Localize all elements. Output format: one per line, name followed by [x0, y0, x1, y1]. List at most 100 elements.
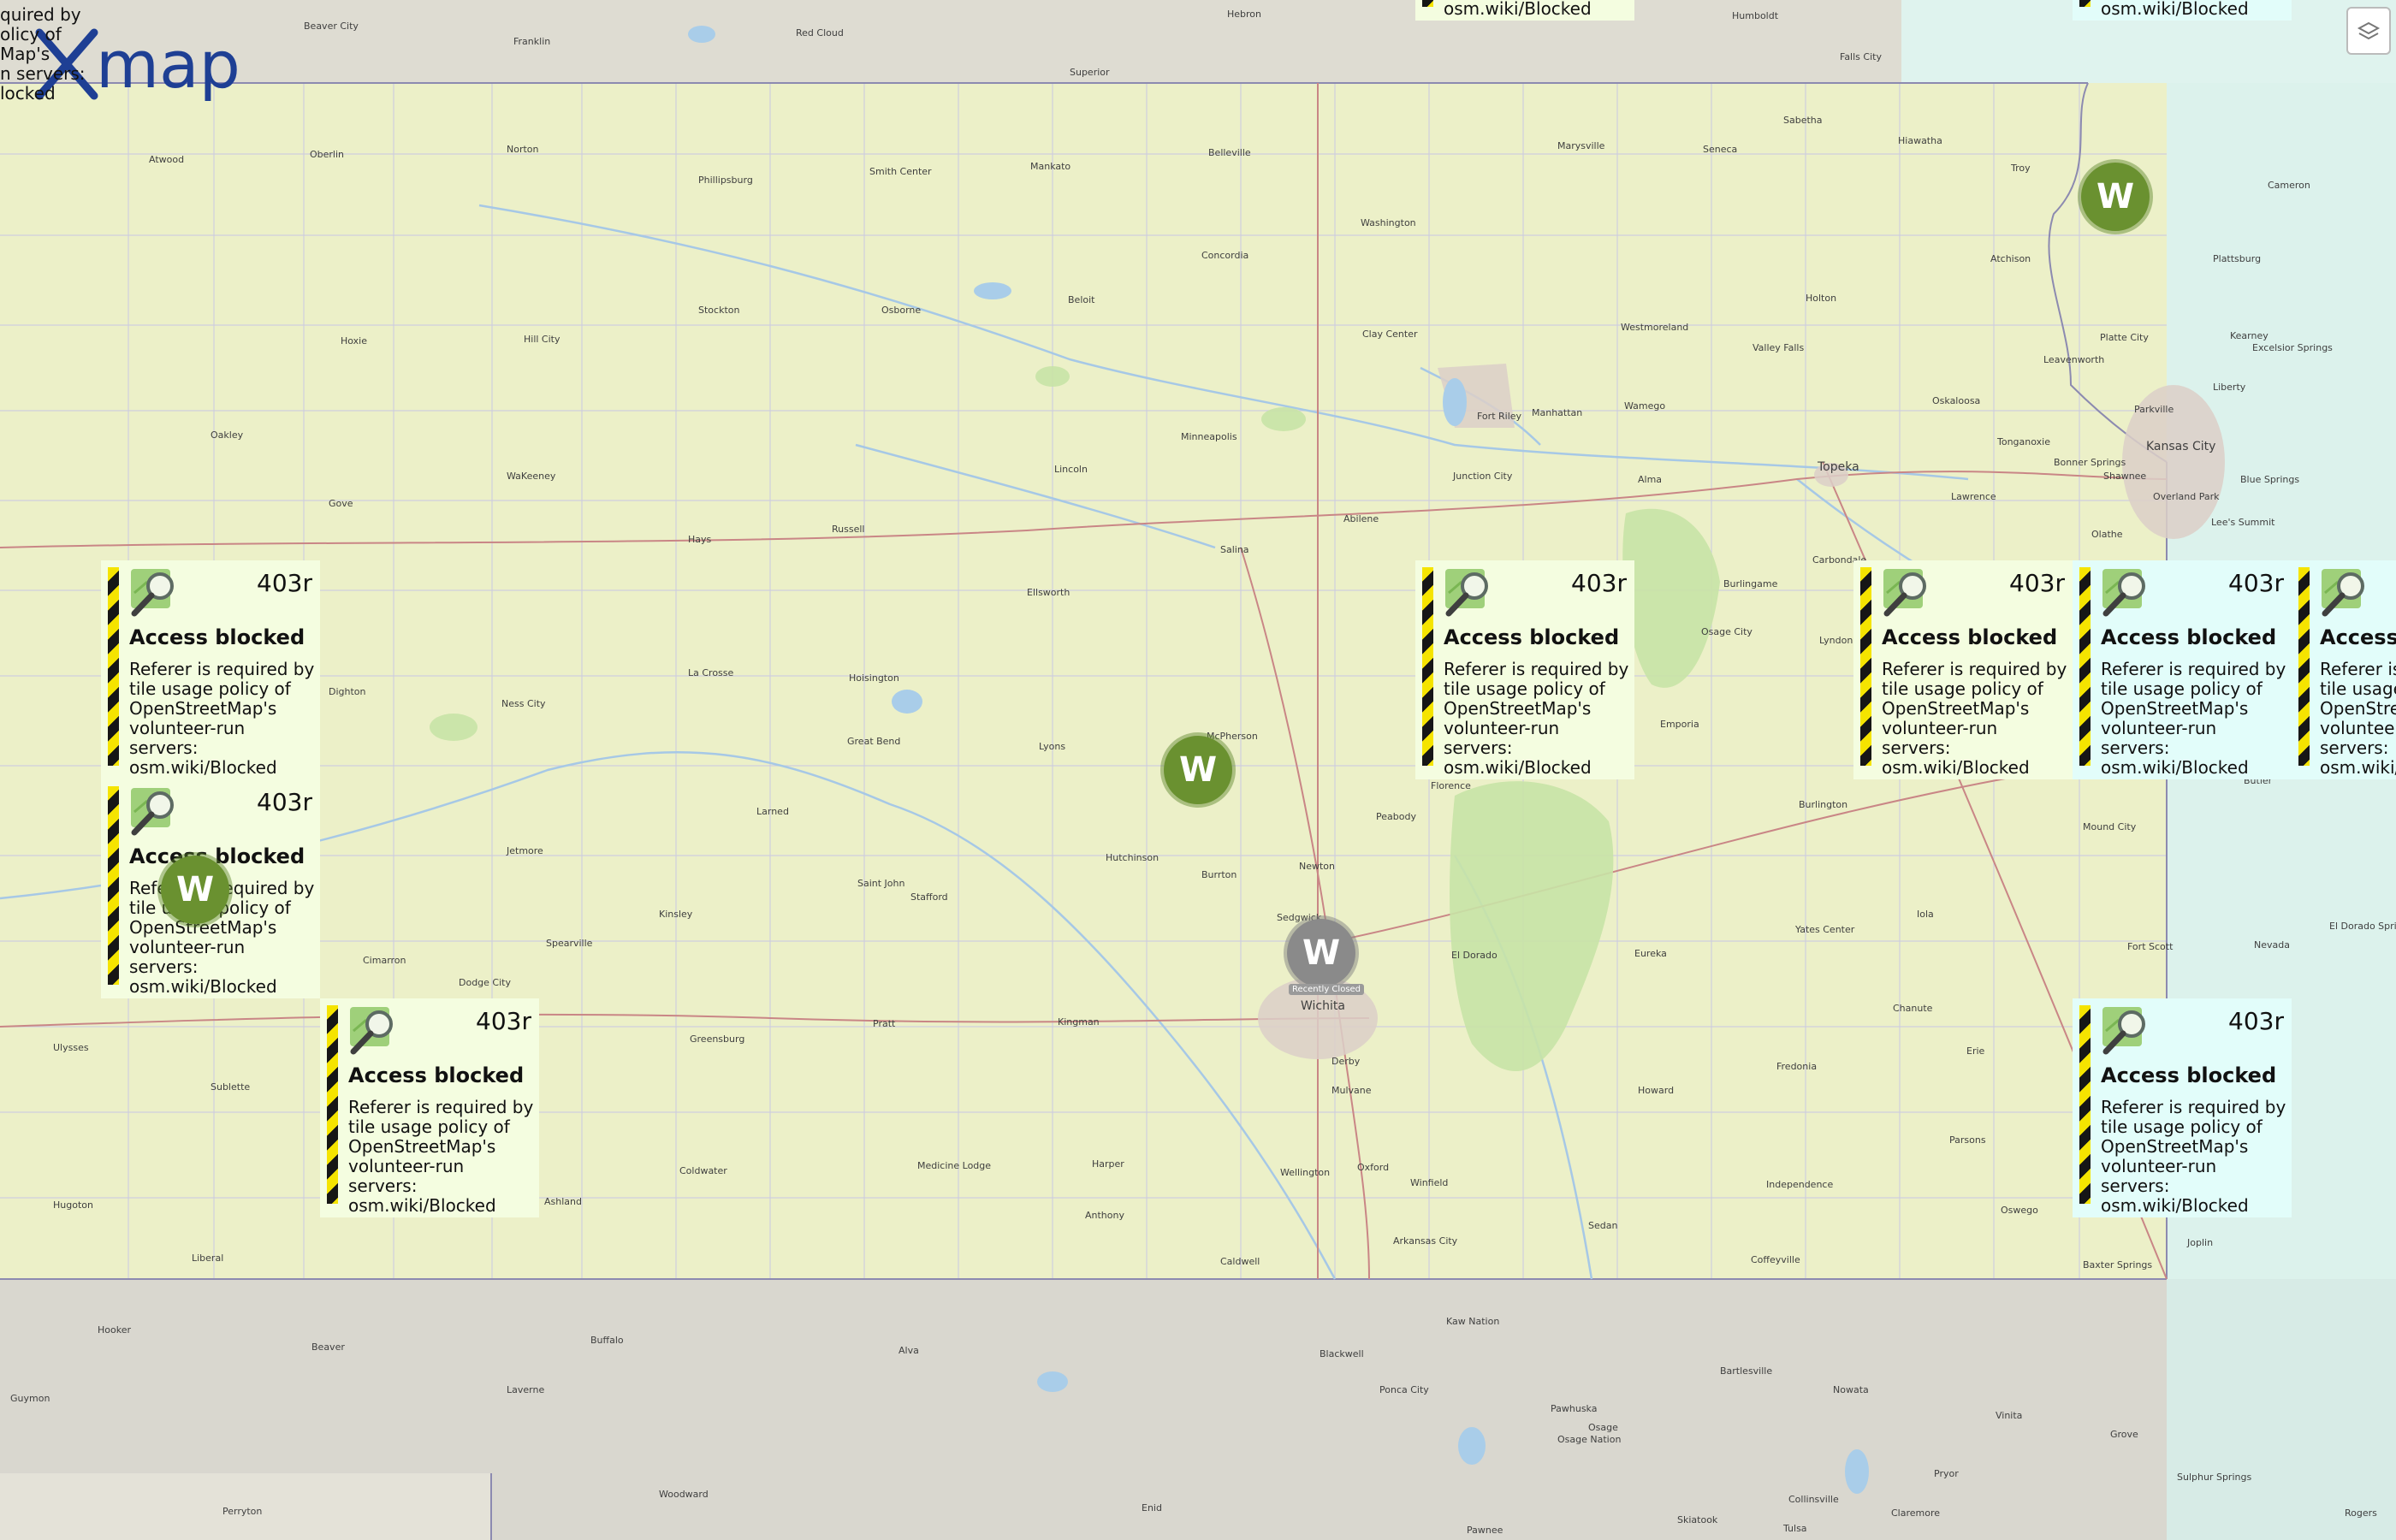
city-label: Liberal	[192, 1253, 223, 1264]
city-label: Ashland	[544, 1196, 582, 1207]
city-label: Kinsley	[659, 909, 693, 920]
error-title: Access blocked	[2101, 625, 2277, 649]
city-label: Cameron	[2268, 180, 2310, 191]
error-message: Referer is required by tile usage policy…	[2101, 659, 2286, 778]
city-label: Parkville	[2134, 404, 2174, 415]
layers-button[interactable]	[2346, 7, 2391, 55]
city-label: Topeka	[1817, 460, 1859, 474]
city-label: Pawhuska	[1551, 1403, 1597, 1414]
city-label: Phillipsburg	[698, 175, 753, 186]
city-label: Nowata	[1833, 1384, 1869, 1395]
warning-stripe	[2298, 567, 2310, 766]
city-label: Franklin	[513, 36, 550, 47]
city-label: Oskaloosa	[1932, 395, 1980, 406]
city-label: Ellsworth	[1027, 587, 1070, 598]
city-label: Lincoln	[1054, 464, 1088, 475]
city-label: Newton	[1299, 861, 1335, 872]
warning-stripe	[2079, 1005, 2091, 1204]
city-label: Perryton	[222, 1506, 262, 1517]
error-tile: 403rAccess blockedReferer is required by…	[2073, 0, 2292, 21]
edge-tile-text: quired by olicy of Map's n servers: lock…	[0, 5, 86, 104]
error-title: Access blocked	[129, 844, 305, 868]
city-label: Joplin	[2186, 1237, 2213, 1248]
city-label: Plattsburg	[2213, 253, 2261, 264]
tile-body: 403r Access blocked Referer is required by…	[119, 560, 326, 779]
city-label: Anthony	[1085, 1210, 1124, 1221]
error-message: Referer is required by tile usage policy…	[129, 659, 315, 778]
city-label: Erie	[1966, 1045, 1985, 1057]
city-label: Arkansas City	[1393, 1235, 1458, 1247]
city-label: Beaver	[311, 1342, 345, 1353]
tile-body: 403rAccess blockedReferer is required by…	[1871, 560, 2079, 779]
city-label: Sabetha	[1783, 115, 1823, 126]
city-label: Platte City	[2100, 332, 2149, 343]
map-marker[interactable]: W	[1164, 736, 1232, 804]
city-label: Woodward	[659, 1489, 709, 1500]
city-label: Mankato	[1030, 161, 1070, 172]
city-label: Liberty	[2213, 382, 2246, 393]
edge-line: n servers:	[0, 63, 86, 84]
map-marker-closed[interactable]: W	[1287, 919, 1355, 987]
error-tile: 403rAccess blockedReferer is required by…	[1415, 560, 1634, 779]
city-label: Atchison	[1990, 253, 2031, 264]
city-label: Guymon	[10, 1393, 50, 1404]
city-label: Bartlesville	[1720, 1365, 1772, 1377]
city-label: Falls City	[1840, 51, 1882, 62]
city-label: Hoxie	[341, 335, 367, 346]
city-label: Russell	[832, 524, 864, 535]
city-label: Oswego	[2001, 1205, 2038, 1216]
city-label: Valley Falls	[1753, 342, 1804, 353]
city-label: Abilene	[1343, 513, 1379, 524]
city-label: Ness City	[501, 698, 546, 709]
city-label: Collinsville	[1788, 1494, 1839, 1505]
city-label: Oakley	[211, 429, 244, 441]
city-label: Oberlin	[310, 149, 344, 160]
city-label: Belleville	[1208, 147, 1251, 158]
city-label: Harper	[1092, 1158, 1124, 1170]
osm-magnifier-icon	[350, 1007, 393, 1055]
city-label: WaKeeney	[507, 471, 556, 482]
error-code: 403r	[2228, 569, 2284, 597]
city-label: Oxford	[1357, 1162, 1389, 1173]
city-label: Emporia	[1660, 719, 1699, 730]
error-title: Access blocked	[129, 625, 305, 649]
city-label: Red Cloud	[796, 27, 844, 38]
city-label: Burlingame	[1723, 578, 1778, 589]
city-label: Osage	[1588, 1422, 1618, 1433]
city-label: Bonner Springs	[2054, 457, 2126, 468]
city-label: Blue Springs	[2240, 474, 2299, 485]
city-label: Enid	[1142, 1502, 1162, 1513]
edge-line: locked	[0, 83, 56, 104]
city-label: Vinita	[1996, 1410, 2022, 1421]
city-label: Florence	[1431, 780, 1471, 791]
tile-body: 403rAccess blockedReferer is required by…	[338, 998, 545, 1217]
city-label: Gove	[329, 498, 353, 509]
city-label: Stafford	[910, 891, 948, 903]
city-label: Claremore	[1891, 1507, 1940, 1519]
map-marker[interactable]: W	[2081, 163, 2150, 231]
city-label: Hiawatha	[1898, 135, 1942, 146]
city-label: Fort Riley	[1477, 411, 1522, 422]
city-label: Smith Center	[869, 166, 932, 177]
city-label: Jetmore	[506, 845, 543, 856]
city-label: Concordia	[1201, 250, 1248, 261]
error-code: 403r	[257, 569, 312, 597]
tile-body: 403rAccess blockedReferer is required by…	[1433, 560, 1640, 779]
city-label: Cimarron	[363, 955, 406, 966]
city-label: El Dorado	[1451, 950, 1498, 961]
tile-body: 403rAccess blockedReferer is required by…	[2310, 560, 2396, 779]
warning-stripe	[2079, 567, 2091, 766]
city-label: Kansas City	[2146, 440, 2215, 453]
map-marker[interactable]: W	[161, 856, 229, 924]
city-label: Coldwater	[679, 1165, 727, 1176]
city-label: Osage Nation	[1557, 1434, 1621, 1445]
city-label: Osage City	[1701, 626, 1753, 637]
layers-icon	[2357, 21, 2381, 40]
city-label: Clay Center	[1362, 329, 1418, 340]
city-label: Winfield	[1410, 1177, 1448, 1188]
city-label: Lyons	[1039, 741, 1065, 752]
city-label: Laverne	[507, 1384, 544, 1395]
error-title: Access blocked	[348, 1063, 525, 1087]
error-tile: 403rAccess blockedReferer is required by…	[1415, 0, 1634, 21]
warning-stripe	[108, 786, 119, 985]
